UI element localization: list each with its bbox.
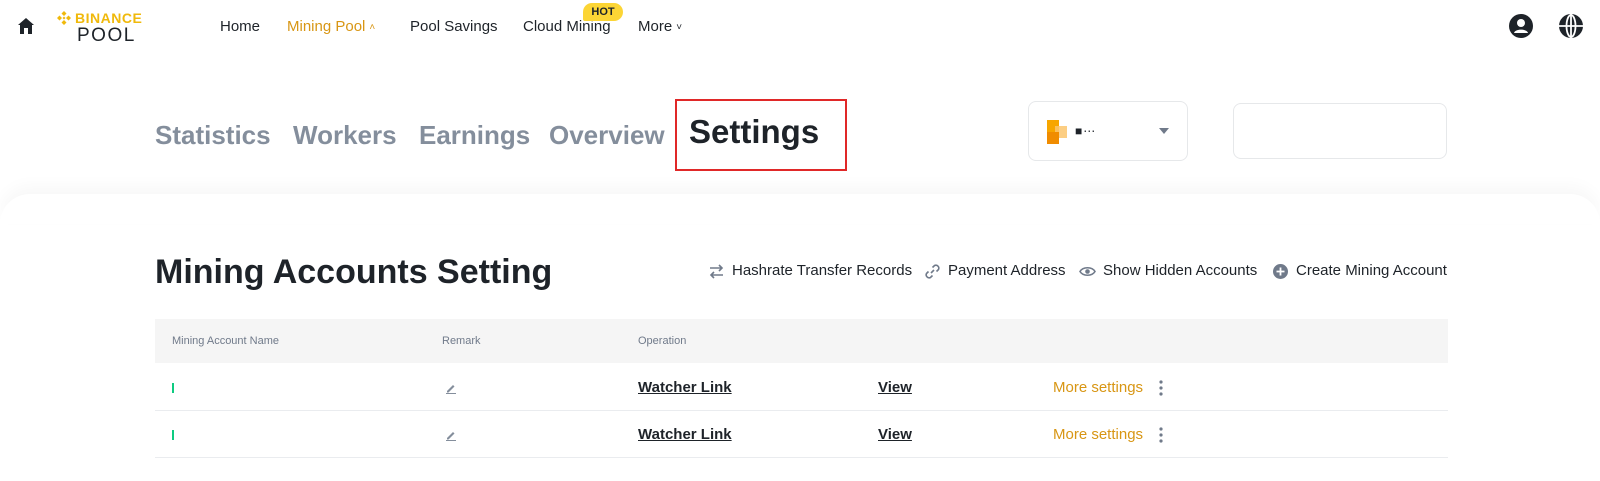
top-navigation: BINANCE POOL Home Mining Pool ˄ Pool Savi… [0,0,1600,54]
show-hidden-accounts-label: Show Hidden Accounts [1103,262,1258,279]
binance-logo-icon [57,11,71,25]
binance-pool-logo[interactable]: BINANCE POOL [56,9,156,46]
create-mining-account-button[interactable]: Create Mining Account [1272,261,1448,281]
nav-item-more-label: More [638,18,673,35]
more-settings-link[interactable]: More settings [1053,378,1143,398]
tab-overview[interactable]: Overview [549,118,665,152]
status-indicator [172,430,174,440]
show-hidden-accounts-button[interactable]: Show Hidden Accounts [1079,261,1261,281]
logo-text-bottom: POOL [77,25,136,46]
view-link[interactable]: View [878,425,912,445]
table-row: Watcher Link View More settings [155,411,1448,458]
payment-address-label: Payment Address [948,262,1066,279]
coin-selector[interactable]: ■⋯ [1028,101,1188,161]
kebab-menu-icon[interactable] [1158,426,1164,444]
plus-circle-icon [1273,264,1288,279]
tab-earnings[interactable]: Earnings [419,118,530,152]
globe-icon[interactable] [1558,13,1584,39]
eye-icon [1079,266,1096,277]
watcher-link[interactable]: Watcher Link [638,425,732,445]
account-icon[interactable] [1508,13,1534,39]
hashrate-transfer-records-button[interactable]: Hashrate Transfer Records [708,261,918,281]
settings-highlight-box [675,99,847,171]
nav-item-pool-savings[interactable]: Pool Savings [410,17,498,37]
chevron-down-icon: ˅ [676,22,683,33]
table-header: Mining Account Name Remark Operation [155,319,1448,363]
coin-selector-value: ■⋯ [1075,124,1097,138]
table-row: Watcher Link View More settings [155,364,1448,411]
coin-logo-icon [1047,120,1067,144]
logo-text-top: BINANCE [75,10,143,26]
transfer-icon [709,264,724,279]
hot-badge: HOT [583,3,623,21]
watcher-link[interactable]: Watcher Link [638,378,732,398]
nav-item-home[interactable]: Home [220,17,260,37]
edit-icon[interactable] [445,429,457,441]
home-icon[interactable] [16,16,36,36]
payment-address-button[interactable]: Payment Address [924,261,1072,281]
nav-item-mining-pool-label: Mining Pool [287,18,366,35]
kebab-menu-icon[interactable] [1158,379,1164,397]
tab-statistics[interactable]: Statistics [155,118,271,152]
nav-item-more[interactable]: More ˅ [638,17,682,38]
nav-item-mining-pool[interactable]: Mining Pool ˄ [287,17,375,38]
status-indicator [172,383,174,393]
column-header-account-name: Mining Account Name [172,335,279,347]
edit-icon[interactable] [445,382,457,394]
view-link[interactable]: View [878,378,912,398]
hashrate-transfer-records-label: Hashrate Transfer Records [732,262,913,279]
link-icon [925,264,940,279]
column-header-remark: Remark [442,335,481,347]
dropdown-arrow-icon [1159,128,1169,134]
tab-workers[interactable]: Workers [293,118,397,152]
create-mining-account-label: Create Mining Account [1296,262,1447,279]
chevron-up-icon: ˄ [369,22,376,33]
page-title: Mining Accounts Setting [155,253,553,291]
search-input[interactable] [1233,103,1447,159]
column-header-operation: Operation [638,335,687,347]
more-settings-link[interactable]: More settings [1053,425,1143,445]
